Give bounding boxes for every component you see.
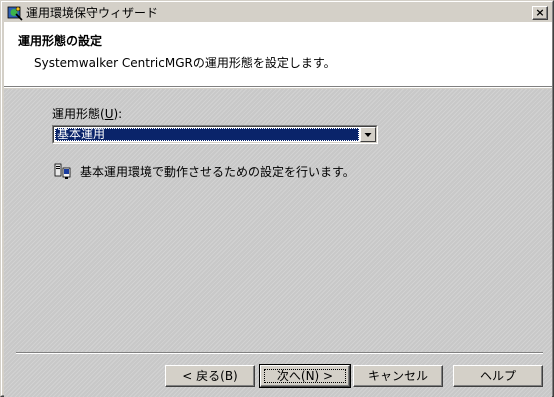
footer-divider: [16, 352, 543, 354]
server-info-icon: [54, 163, 71, 179]
page-subtitle: Systemwalker CentricMGRの運用形態を設定します。: [34, 56, 336, 70]
operation-mode-select[interactable]: 基本運用: [52, 125, 378, 144]
next-button[interactable]: 次へ(N) >: [259, 364, 351, 388]
operation-mode-label-suffix: ):: [113, 107, 123, 121]
focus-rectangle: [264, 369, 346, 383]
page-title: 運用形態の設定: [18, 34, 103, 48]
close-button[interactable]: ×: [532, 6, 548, 20]
operation-mode-label: 運用形態(U):: [52, 105, 122, 122]
back-button[interactable]: < 戻る(B): [165, 365, 255, 387]
operation-mode-value[interactable]: 基本運用: [55, 128, 359, 141]
cancel-button[interactable]: キャンセル: [353, 365, 443, 387]
operation-mode-select-frame: 基本運用: [53, 126, 377, 143]
mode-description: 基本運用環境で動作させるための設定を行います。: [80, 165, 355, 179]
wizard-window: 運用環境保守ウィザード × 運用形態の設定 Systemwalker Centr…: [0, 0, 554, 397]
wizard-header: 運用形態の設定 Systemwalker CentricMGRの運用形態を設定し…: [4, 22, 552, 88]
dropdown-arrow-button[interactable]: [360, 127, 376, 142]
wizard-body: 運用形態(U): 基本運用 基本運用環境で動作させるための設定を行います。 < …: [4, 89, 552, 397]
window-frame: 運用環境保守ウィザード × 運用形態の設定 Systemwalker Centr…: [1, 1, 553, 397]
chevron-down-icon: [364, 133, 372, 137]
help-button[interactable]: ヘルプ: [453, 365, 543, 387]
close-icon: ×: [535, 6, 545, 19]
title-bar[interactable]: 運用環境保守ウィザード ×: [4, 4, 552, 22]
app-icon: [7, 6, 23, 21]
window-title: 運用環境保守ウィザード: [26, 6, 159, 20]
operation-mode-label-text: 運用形態(: [52, 107, 105, 121]
